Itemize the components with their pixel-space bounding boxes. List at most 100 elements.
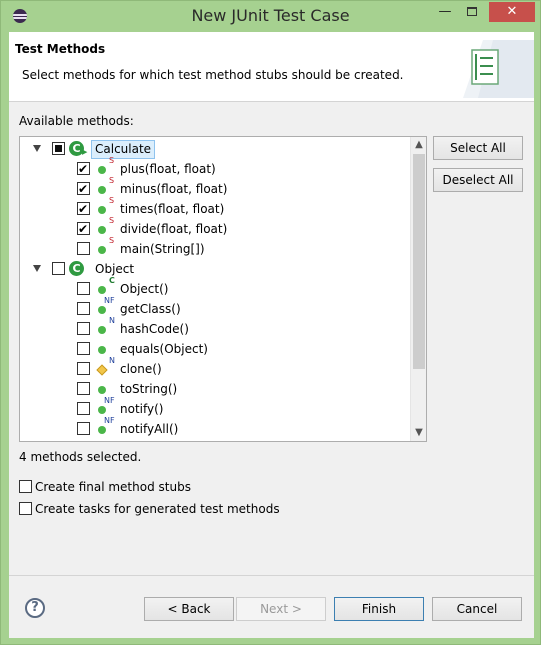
- selected-count-status: 4 methods selected.: [19, 450, 142, 464]
- method-checkbox[interactable]: [77, 362, 90, 375]
- junit-wizard-banner-icon: [463, 40, 534, 98]
- back-button[interactable]: < Back: [144, 597, 234, 621]
- tree-node-object[interactable]: C Object: [20, 259, 410, 279]
- final-stubs-checkbox[interactable]: [19, 480, 32, 493]
- class-checkbox-object[interactable]: [52, 262, 65, 275]
- method-checkbox[interactable]: [77, 422, 90, 435]
- tree-method-row[interactable]: N hashCode(): [20, 316, 410, 339]
- method-label: clone(): [120, 362, 162, 376]
- static-modifier-icon: S: [109, 196, 115, 205]
- static-modifier-icon: S: [109, 156, 115, 165]
- available-methods-label: Available methods:: [19, 114, 134, 128]
- class-icon: C: [69, 141, 87, 156]
- method-checkbox[interactable]: [77, 242, 90, 255]
- methods-tree[interactable]: C Calculate S plus(float, float) S minus…: [19, 136, 427, 442]
- tree-method-row[interactable]: NF notify(): [20, 396, 410, 419]
- tree-method-row[interactable]: C Object(): [20, 276, 410, 299]
- method-label: notify(): [120, 402, 164, 416]
- public-method-icon: [98, 166, 106, 174]
- maximize-icon: [467, 7, 477, 16]
- native-modifier-icon: N: [109, 316, 115, 325]
- tree-method-row[interactable]: S minus(float, float): [20, 176, 410, 199]
- public-method-icon: [98, 206, 106, 214]
- native-final-modifier-icon: NF: [104, 416, 115, 425]
- method-checkbox[interactable]: [77, 322, 90, 335]
- title-bar[interactable]: New JUnit Test Case — ✕: [1, 1, 540, 31]
- static-modifier-icon: S: [109, 236, 115, 245]
- footer-divider: [9, 575, 534, 576]
- scroll-down-arrow-icon[interactable]: ▼: [411, 425, 426, 441]
- dialog-body: Test Methods Select methods for which te…: [9, 32, 534, 638]
- finish-button[interactable]: Finish: [334, 597, 424, 621]
- create-tasks-checkbox[interactable]: [19, 502, 32, 515]
- native-final-modifier-icon: NF: [104, 296, 115, 305]
- public-method-icon: [98, 406, 106, 414]
- tree-method-row[interactable]: NF notifyAll(): [20, 416, 410, 439]
- tree-method-row[interactable]: S plus(float, float): [20, 156, 410, 179]
- create-tasks-label[interactable]: Create tasks for generated test methods: [35, 501, 280, 517]
- scroll-thumb[interactable]: [413, 154, 425, 369]
- method-label: getClass(): [120, 302, 181, 316]
- next-button[interactable]: Next >: [236, 597, 326, 621]
- help-icon[interactable]: ?: [25, 598, 45, 618]
- tree-method-row[interactable]: equals(Object): [20, 339, 410, 359]
- page-description: Select methods for which test method stu…: [22, 68, 404, 82]
- tree-node-calculate[interactable]: C Calculate: [20, 139, 410, 159]
- tree-scrollbar[interactable]: ▲ ▼: [410, 137, 426, 441]
- tree-method-row[interactable]: S divide(float, float): [20, 216, 410, 239]
- tree-method-row[interactable]: NF getClass(): [20, 296, 410, 319]
- public-method-icon: [98, 306, 106, 314]
- method-checkbox[interactable]: [77, 382, 90, 395]
- tree-method-row[interactable]: S times(float, float): [20, 196, 410, 219]
- maximize-button[interactable]: [459, 2, 485, 22]
- method-label: main(String[]): [120, 242, 205, 256]
- public-method-icon: [98, 286, 106, 294]
- static-modifier-icon: S: [109, 176, 115, 185]
- method-checkbox[interactable]: [77, 199, 90, 219]
- public-method-icon: [98, 246, 106, 254]
- class-icon: C: [69, 261, 84, 276]
- method-label: times(float, float): [120, 202, 225, 216]
- public-method-icon: [98, 326, 106, 334]
- native-final-modifier-icon: NF: [104, 396, 115, 405]
- cancel-button[interactable]: Cancel: [432, 597, 522, 621]
- protected-method-icon: [96, 364, 108, 376]
- public-method-icon: [98, 386, 106, 394]
- tree-method-row[interactable]: S main(String[]): [20, 236, 410, 259]
- wizard-header: Test Methods Select methods for which te…: [9, 32, 534, 102]
- deselect-all-button[interactable]: Deselect All: [433, 168, 523, 192]
- collapse-arrow-icon[interactable]: [33, 265, 41, 272]
- method-label: plus(float, float): [120, 162, 216, 176]
- scroll-up-arrow-icon[interactable]: ▲: [411, 137, 426, 153]
- method-checkbox[interactable]: [77, 342, 90, 355]
- class-label[interactable]: Calculate: [91, 140, 156, 159]
- class-checkbox-calculate[interactable]: [52, 142, 65, 155]
- method-checkbox[interactable]: [77, 302, 90, 315]
- method-label: hashCode(): [120, 322, 189, 336]
- method-label: minus(float, float): [120, 182, 228, 196]
- method-label: notifyAll(): [120, 422, 179, 436]
- method-label: toString(): [120, 382, 178, 396]
- collapse-arrow-icon[interactable]: [33, 145, 41, 152]
- public-method-icon: [98, 346, 106, 354]
- method-checkbox[interactable]: [77, 402, 90, 415]
- public-method-icon: [98, 426, 106, 434]
- public-method-icon: [98, 186, 106, 194]
- method-label: Object(): [120, 282, 169, 296]
- method-checkbox[interactable]: [77, 282, 90, 295]
- page-title: Test Methods: [15, 42, 106, 56]
- method-label: divide(float, float): [120, 222, 228, 236]
- method-label: equals(Object): [120, 342, 208, 356]
- select-all-button[interactable]: Select All: [433, 136, 523, 160]
- constructor-modifier-icon: C: [109, 276, 115, 285]
- final-stubs-label[interactable]: Create final method stubs: [35, 479, 191, 495]
- method-checkbox[interactable]: [77, 179, 90, 199]
- tree-method-row[interactable]: N clone(): [20, 356, 410, 379]
- native-modifier-icon: N: [109, 356, 115, 365]
- method-checkbox[interactable]: [77, 159, 90, 179]
- close-button[interactable]: ✕: [489, 2, 535, 22]
- method-checkbox[interactable]: [77, 219, 90, 239]
- minimize-button[interactable]: —: [432, 2, 458, 22]
- tree-method-row[interactable]: toString(): [20, 379, 410, 399]
- static-modifier-icon: S: [109, 216, 115, 225]
